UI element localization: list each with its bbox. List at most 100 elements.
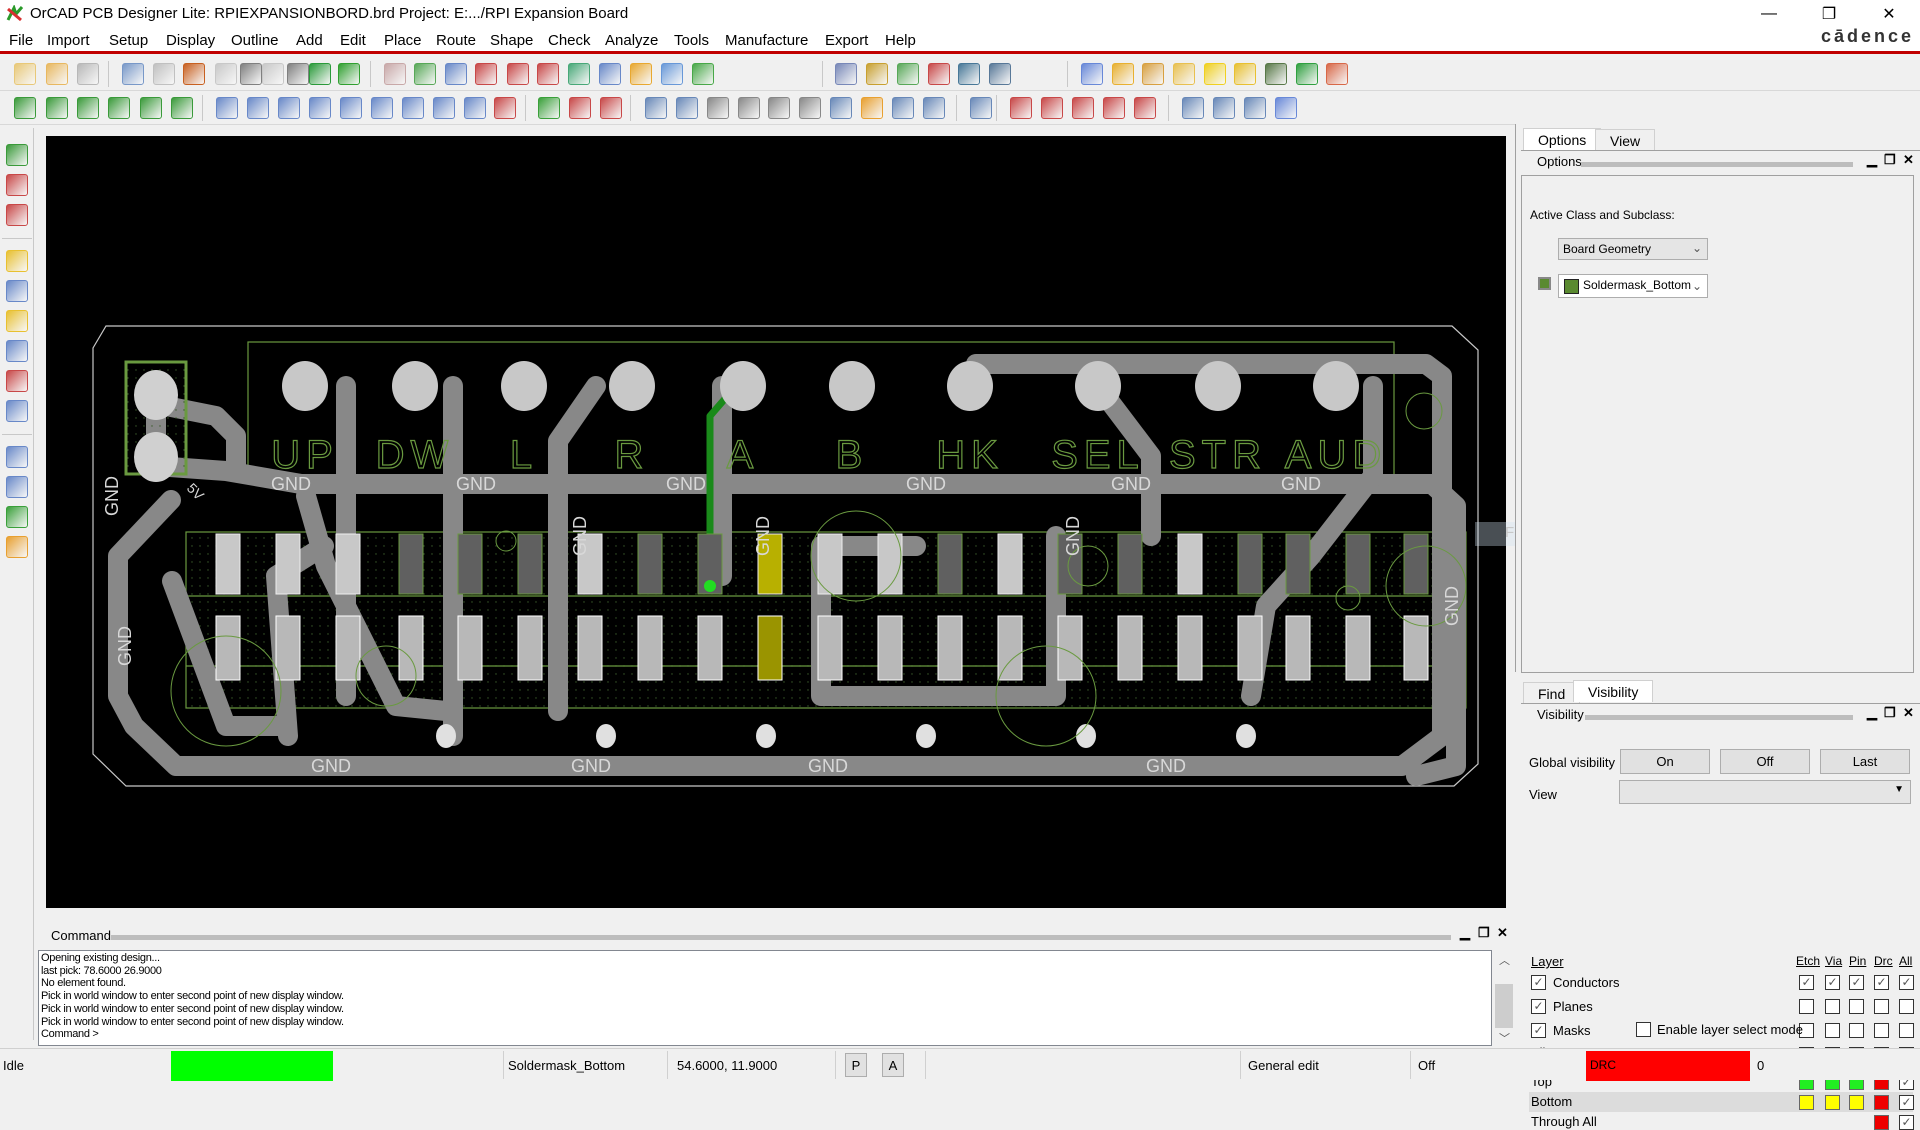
menu-import[interactable]: Import <box>47 32 90 49</box>
slide-icon[interactable] <box>108 97 130 119</box>
reports-icon[interactable] <box>799 97 821 119</box>
open-icon[interactable] <box>46 63 68 85</box>
visibility-checkbox[interactable] <box>1799 999 1814 1014</box>
place-quickplace-icon[interactable] <box>46 97 68 119</box>
visibility-checkbox[interactable] <box>1899 999 1914 1014</box>
column-header-pin[interactable]: Pin <box>1849 954 1866 968</box>
layer-icon[interactable] <box>897 63 919 85</box>
add-connect-icon[interactable] <box>6 250 28 272</box>
menu-edit[interactable]: Edit <box>340 32 366 49</box>
shadow-icon[interactable] <box>1234 63 1256 85</box>
copy-icon[interactable] <box>153 63 175 85</box>
dimension-datum-icon[interactable] <box>600 97 622 119</box>
layer-all-checkbox[interactable]: ✓ <box>1899 1095 1914 1110</box>
swap-icon[interactable] <box>6 204 28 226</box>
array-icon[interactable] <box>892 97 914 119</box>
visibility-checkbox[interactable] <box>1849 1023 1864 1038</box>
column-header-etch[interactable]: Etch <box>1796 954 1820 968</box>
tab-view[interactable]: View <box>1595 129 1656 151</box>
spread-between-voids-icon[interactable] <box>6 370 28 392</box>
shape-void-rect-icon[interactable] <box>402 97 424 119</box>
layer-color-swatch[interactable] <box>1849 1095 1864 1110</box>
net-schedule-icon[interactable] <box>970 97 992 119</box>
menu-outline[interactable]: Outline <box>231 32 279 49</box>
shape-manual-void-icon[interactable] <box>340 97 362 119</box>
status-p-button[interactable]: P <box>845 1053 867 1077</box>
scroll-down-icon[interactable]: ﹀ <box>1499 1030 1510 1046</box>
view-dropdown[interactable]: ▼ <box>1619 780 1911 804</box>
pcb-canvas[interactable]: UP DW L R A B HK SEL STR AUD GND GND GND GND GND GND GND… <box>46 136 1506 908</box>
command-close-icon[interactable]: ✕ <box>1497 925 1508 941</box>
shape-polygon-icon[interactable] <box>216 97 238 119</box>
group-checkbox-masks[interactable]: ✓ <box>1531 1023 1546 1038</box>
add-line-icon[interactable] <box>6 446 28 468</box>
visibility-on-button[interactable]: On <box>1620 749 1710 774</box>
zoom-fit-icon[interactable] <box>475 63 497 85</box>
status-icon[interactable] <box>1265 63 1287 85</box>
fanout-icon[interactable] <box>140 97 162 119</box>
zoom-by-points-icon[interactable] <box>445 63 467 85</box>
info-icon[interactable] <box>1081 63 1103 85</box>
snapshot-icon[interactable] <box>738 97 760 119</box>
sigxp-model-icon[interactable] <box>1072 97 1094 119</box>
zoom-world-icon[interactable] <box>599 63 621 85</box>
flip-icon[interactable] <box>692 63 714 85</box>
visibility-checkbox[interactable] <box>1825 999 1840 1014</box>
zoom-in-icon[interactable] <box>507 63 529 85</box>
tab-find[interactable]: Find <box>1523 682 1581 704</box>
spread-icon[interactable] <box>171 97 193 119</box>
add-text-icon[interactable] <box>6 506 28 528</box>
nc-parameters-icon[interactable] <box>707 97 729 119</box>
visibility-checkbox[interactable]: ✓ <box>1899 975 1914 990</box>
menu-shape[interactable]: Shape <box>490 32 533 49</box>
redo-dropdown-icon[interactable] <box>287 63 309 85</box>
array2-icon[interactable] <box>923 97 945 119</box>
visibility-float-icon[interactable]: ❐ <box>1884 705 1896 721</box>
options-minimize-icon[interactable]: ▁ <box>1867 152 1877 168</box>
visibility-grip[interactable] <box>1585 715 1853 720</box>
shape-edit-boundary-icon[interactable] <box>464 97 486 119</box>
dimension-env-icon[interactable] <box>538 97 560 119</box>
new-icon[interactable] <box>14 63 36 85</box>
layer-column-header[interactable]: Layer <box>1531 954 1564 969</box>
menu-display[interactable]: Display <box>166 32 215 49</box>
color-icon[interactable] <box>866 63 888 85</box>
minimize-button[interactable]: — <box>1746 0 1792 28</box>
menu-place[interactable]: Place <box>384 32 422 49</box>
visibility-checkbox[interactable] <box>1825 1023 1840 1038</box>
layer-select-mode-checkbox[interactable] <box>1636 1022 1651 1037</box>
highlight-icon[interactable] <box>1173 63 1195 85</box>
visibility-last-button[interactable]: Last <box>1820 749 1910 774</box>
class-dropdown[interactable]: Board Geometry ⌄ <box>1558 238 1708 260</box>
undo-icon[interactable] <box>215 63 237 85</box>
layer-color-swatch[interactable] <box>1874 1095 1889 1110</box>
visibility-off-button[interactable]: Off <box>1720 749 1810 774</box>
layer-all-checkbox[interactable]: ✓ <box>1899 1115 1914 1130</box>
redo-icon[interactable] <box>262 63 284 85</box>
dehighlight-icon[interactable] <box>1204 63 1226 85</box>
command-grip[interactable] <box>111 935 1451 940</box>
sigxp-check-icon[interactable] <box>1103 97 1125 119</box>
rename-icon[interactable] <box>768 97 790 119</box>
menu-tools[interactable]: Tools <box>674 32 709 49</box>
tab-visibility[interactable]: Visibility <box>1573 680 1654 702</box>
menu-manufacture[interactable]: Manufacture <box>725 32 808 49</box>
rats-icon[interactable] <box>414 63 436 85</box>
column-header-all[interactable]: All <box>1899 954 1912 968</box>
slide-route-icon[interactable] <box>6 280 28 302</box>
column-header-drc[interactable]: Drc <box>1874 954 1893 968</box>
cadence-online-icon[interactable] <box>1244 97 1266 119</box>
layer-color-swatch[interactable] <box>1799 1095 1814 1110</box>
shape-void-circle-icon[interactable] <box>371 97 393 119</box>
dimension-linear-icon[interactable] <box>569 97 591 119</box>
command-float-icon[interactable]: ❐ <box>1478 925 1490 941</box>
timer-icon[interactable] <box>1296 63 1318 85</box>
vias-icon[interactable] <box>6 400 28 422</box>
shape-delete-islands-icon[interactable] <box>494 97 516 119</box>
redraw-icon[interactable] <box>630 63 652 85</box>
shape-void-ellipse-icon[interactable] <box>433 97 455 119</box>
pin-icon[interactable] <box>338 63 360 85</box>
constraint-manager-icon[interactable] <box>958 63 980 85</box>
global-icon[interactable] <box>989 63 1011 85</box>
menu-help[interactable]: Help <box>885 32 916 49</box>
